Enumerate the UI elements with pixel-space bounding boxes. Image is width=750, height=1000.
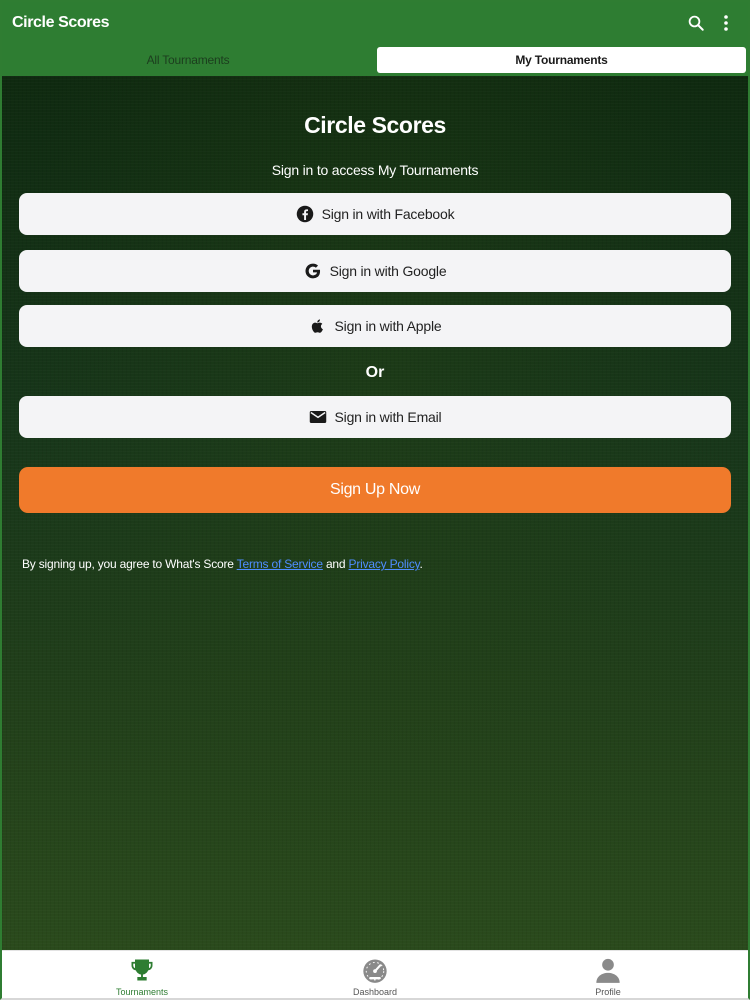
signup-button[interactable]: Sign Up Now <box>19 467 731 513</box>
trophy-icon <box>127 955 157 985</box>
more-vertical-icon[interactable] <box>716 13 736 33</box>
facebook-signin-button[interactable]: Sign in with Facebook <box>19 193 731 235</box>
tab-all-tournaments[interactable]: All Tournaments <box>2 47 374 73</box>
nav-profile-label: Profile <box>595 987 621 997</box>
bottom-nav: Tournaments Dashboard Profile <box>2 950 748 998</box>
terms-prefix: By signing up, you agree to What's Score <box>22 557 237 571</box>
terms-suffix: . <box>419 557 423 571</box>
email-signin-button[interactable]: Sign in with Email <box>19 396 731 438</box>
apple-signin-button[interactable]: Sign in with Apple <box>19 305 731 347</box>
nav-tournaments[interactable]: Tournaments <box>82 951 202 998</box>
google-icon <box>304 262 322 280</box>
email-signin-label: Sign in with Email <box>334 409 442 425</box>
tab-my-tournaments[interactable]: My Tournaments <box>377 47 746 73</box>
app-title: Circle Scores <box>12 14 110 31</box>
apple-icon <box>309 317 327 335</box>
app-actions <box>686 13 736 33</box>
person-icon <box>593 955 623 985</box>
nav-dashboard[interactable]: Dashboard <box>315 951 435 998</box>
or-divider: Or <box>365 364 385 381</box>
nav-profile[interactable]: Profile <box>548 951 668 998</box>
terms-middle: and <box>322 557 349 571</box>
apple-signin-label: Sign in with Apple <box>334 318 442 334</box>
main-content: Circle Scores Sign in to access My Tourn… <box>2 76 748 950</box>
nav-tournaments-label: Tournaments <box>115 987 169 997</box>
app-bar: Circle Scores <box>2 2 748 44</box>
facebook-signin-label: Sign in with Facebook <box>321 206 455 222</box>
terms-notice: By signing up, you agree to What's Score… <box>22 557 423 571</box>
page-title: Circle Scores <box>304 112 446 138</box>
facebook-icon <box>296 205 314 223</box>
terms-of-service-link[interactable]: Terms of Service <box>237 557 323 571</box>
google-signin-button[interactable]: Sign in with Google <box>19 250 731 292</box>
speedometer-icon <box>360 955 390 985</box>
privacy-policy-link[interactable]: Privacy Policy <box>349 557 420 571</box>
google-signin-label: Sign in with Google <box>329 263 447 279</box>
signin-prompt: Sign in to access My Tournaments <box>271 162 479 178</box>
search-icon[interactable] <box>686 13 706 33</box>
app-frame: Circle Scores All Tournaments My Tournam… <box>0 0 750 1000</box>
nav-dashboard-label: Dashboard <box>352 987 398 997</box>
mail-icon <box>309 408 327 426</box>
tab-bar: All Tournaments My Tournaments <box>2 44 748 76</box>
